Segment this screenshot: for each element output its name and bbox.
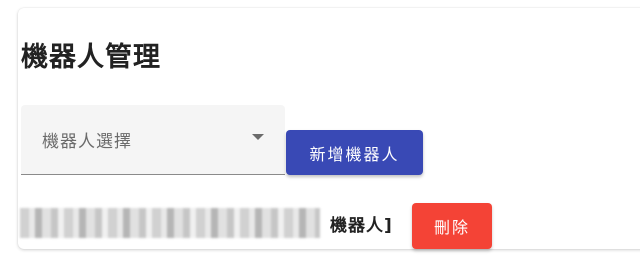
robot-list-item: 機器人] 刪除: [18, 203, 498, 249]
robot-select[interactable]: 機器人選擇: [21, 105, 285, 175]
chevron-down-icon: [252, 134, 264, 140]
add-robot-button[interactable]: 新增機器人: [286, 130, 423, 175]
delete-robot-button[interactable]: 刪除: [412, 203, 492, 249]
redacted-robot-info: [20, 208, 320, 238]
robot-name: 機器人]: [330, 216, 393, 236]
robot-select-label: 機器人選擇: [42, 132, 132, 152]
robot-management-card: 機器人管理 機器人選擇 新增機器人 機器人] 刪除: [18, 8, 640, 249]
page-title: 機器人管理: [21, 42, 161, 73]
